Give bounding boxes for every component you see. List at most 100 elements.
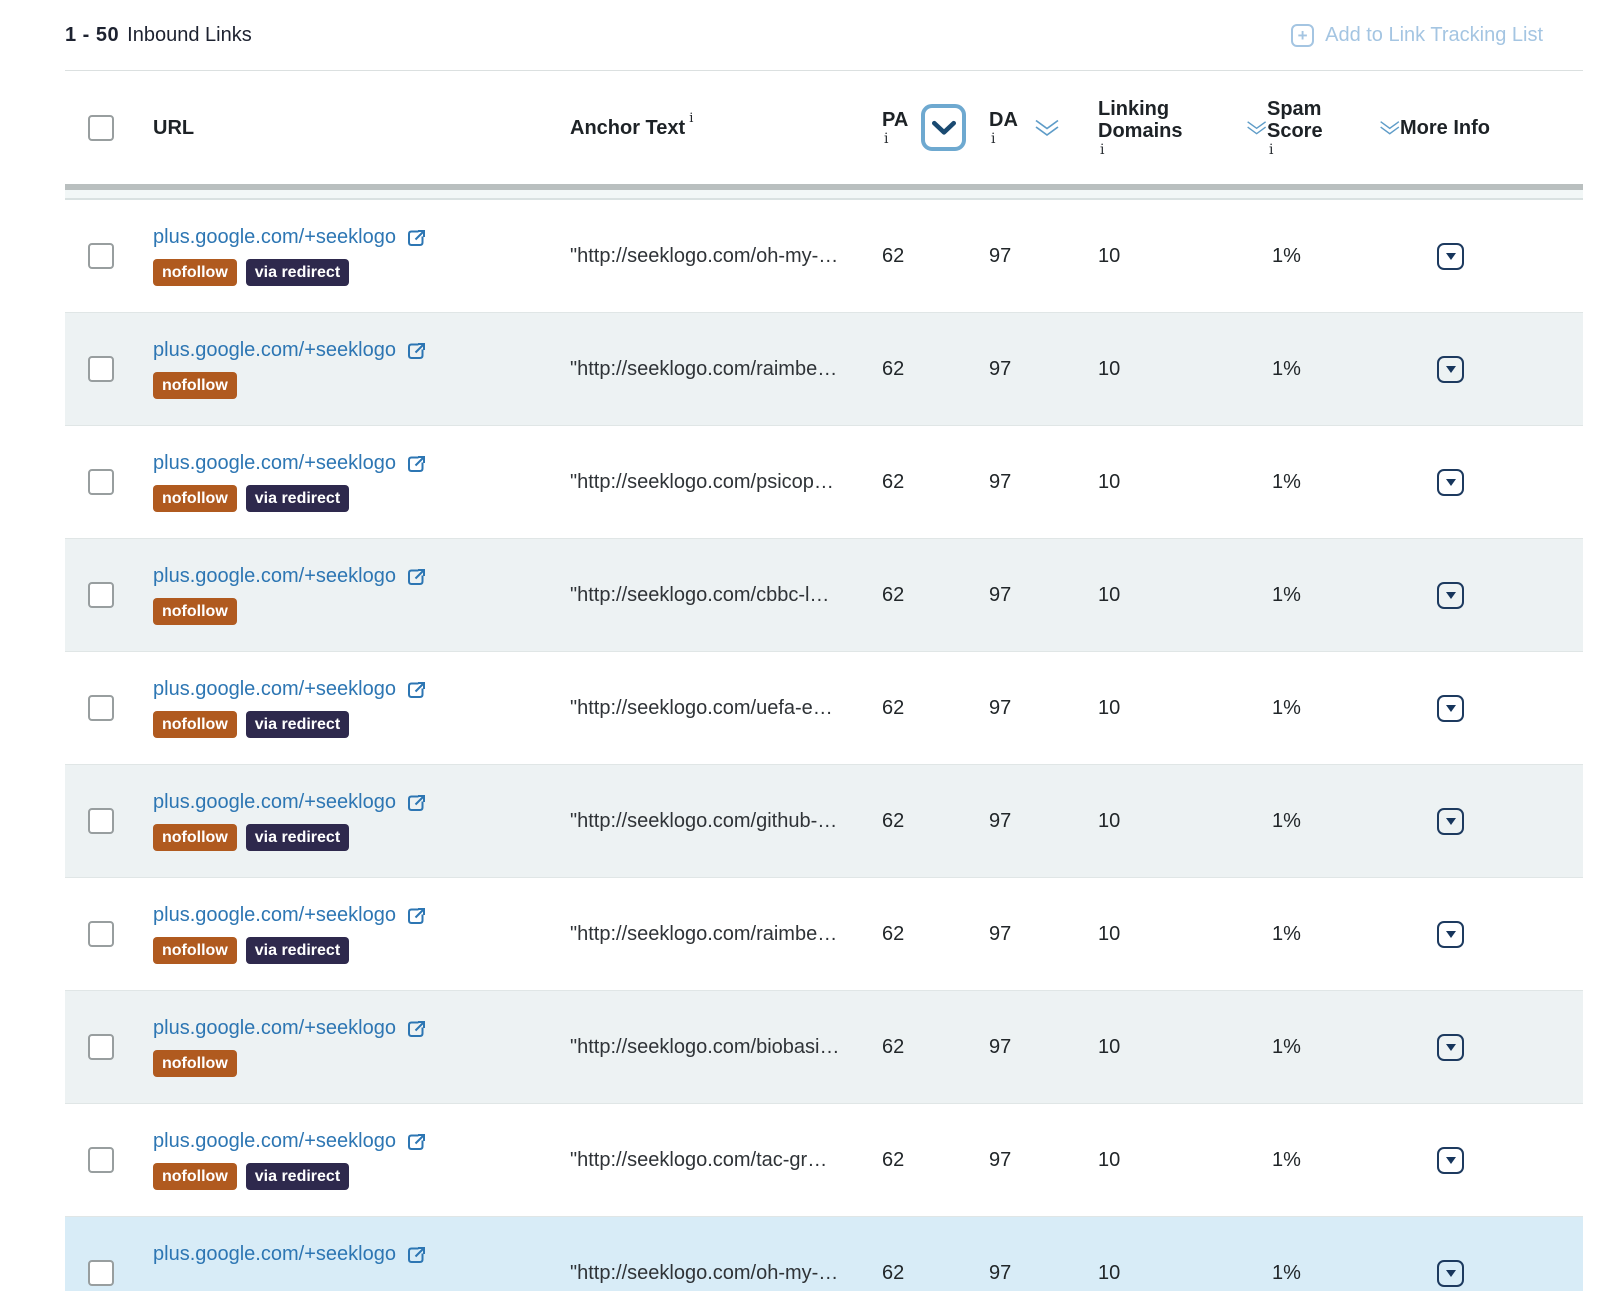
- link-badges: nofollow: [153, 598, 570, 625]
- more-info-button[interactable]: [1437, 243, 1464, 270]
- link-badges: nofollowvia redirect: [153, 824, 570, 851]
- caret-down-icon: [1446, 479, 1456, 486]
- nofollow-badge: nofollow: [153, 1050, 237, 1077]
- source-url-link[interactable]: plus.google.com/+seeklogo: [153, 339, 570, 362]
- add-to-link-tracking-list-button[interactable]: + Add to Link Tracking List: [1291, 24, 1543, 47]
- external-link-icon: [405, 792, 427, 814]
- sort-pa-button-active[interactable]: [921, 104, 966, 151]
- anchor-text-info-icon[interactable]: i: [689, 111, 693, 126]
- anchor-text-value: "http://seeklogo.com/oh-my-…: [570, 245, 882, 268]
- table-row: plus.google.com/+seeklogo nofollowvia re…: [65, 651, 1583, 764]
- source-url-text: plus.google.com/+seeklogo: [153, 1017, 396, 1040]
- spam-score-value: 1%: [1267, 697, 1400, 720]
- source-url-text: plus.google.com/+seeklogo: [153, 904, 396, 927]
- pa-value: 62: [882, 923, 989, 946]
- via-redirect-badge: via redirect: [246, 485, 349, 512]
- anchor-text-value: "http://seeklogo.com/biobasi…: [570, 1036, 882, 1059]
- add-to-link-tracking-list-label: Add to Link Tracking List: [1325, 24, 1543, 47]
- column-header-spam-score: Spam Score: [1267, 98, 1323, 142]
- row-checkbox[interactable]: [88, 356, 114, 382]
- da-value: 97: [989, 584, 1098, 607]
- pa-info-icon[interactable]: i: [884, 133, 908, 146]
- via-redirect-badge: via redirect: [246, 937, 349, 964]
- pa-value: 62: [882, 1149, 989, 1172]
- spam-score-info-icon[interactable]: i: [1269, 144, 1363, 157]
- row-checkbox[interactable]: [88, 1034, 114, 1060]
- via-redirect-badge: via redirect: [246, 711, 349, 738]
- more-info-button[interactable]: [1437, 921, 1464, 948]
- caret-down-icon: [1446, 818, 1456, 825]
- column-header-more-info: More Info: [1400, 117, 1490, 139]
- source-url-link[interactable]: plus.google.com/+seeklogo: [153, 678, 570, 701]
- source-url-link[interactable]: plus.google.com/+seeklogo: [153, 904, 570, 927]
- linking-domains-value: 10: [1098, 245, 1267, 268]
- more-info-button[interactable]: [1437, 1260, 1464, 1287]
- da-value: 97: [989, 697, 1098, 720]
- more-info-button[interactable]: [1437, 469, 1464, 496]
- link-badges: [153, 1276, 570, 1291]
- caret-down-icon: [1446, 1270, 1456, 1277]
- linking-domains-value: 10: [1098, 358, 1267, 381]
- source-url-link[interactable]: plus.google.com/+seeklogo: [153, 226, 570, 249]
- row-checkbox[interactable]: [88, 1260, 114, 1286]
- more-info-button[interactable]: [1437, 1147, 1464, 1174]
- source-url-link[interactable]: plus.google.com/+seeklogo: [153, 1017, 570, 1040]
- external-link-icon: [405, 1244, 427, 1266]
- da-value: 97: [989, 1036, 1098, 1059]
- row-checkbox[interactable]: [88, 695, 114, 721]
- source-url-text: plus.google.com/+seeklogo: [153, 1130, 396, 1153]
- source-url-link[interactable]: plus.google.com/+seeklogo: [153, 1130, 570, 1153]
- column-header-anchor-text: Anchor Text: [570, 117, 685, 139]
- source-url-link[interactable]: plus.google.com/+seeklogo: [153, 452, 570, 475]
- more-info-button[interactable]: [1437, 1034, 1464, 1061]
- external-link-icon: [405, 905, 427, 927]
- caret-down-icon: [1446, 253, 1456, 260]
- source-url-link[interactable]: plus.google.com/+seeklogo: [153, 1243, 570, 1266]
- sort-spam-score-chevron-icon[interactable]: [1379, 118, 1400, 137]
- link-badges: nofollowvia redirect: [153, 937, 570, 964]
- linking-domains-value: 10: [1098, 810, 1267, 833]
- sort-da-chevron-icon[interactable]: [1034, 118, 1060, 137]
- link-badges: nofollowvia redirect: [153, 259, 570, 286]
- more-info-button[interactable]: [1437, 356, 1464, 383]
- linking-domains-value: 10: [1098, 697, 1267, 720]
- column-header-url: URL: [153, 117, 194, 139]
- da-value: 97: [989, 1149, 1098, 1172]
- nofollow-badge: nofollow: [153, 372, 237, 399]
- spam-score-value: 1%: [1267, 584, 1400, 607]
- pa-value: 62: [882, 584, 989, 607]
- row-checkbox[interactable]: [88, 469, 114, 495]
- more-info-button[interactable]: [1437, 695, 1464, 722]
- header-divider-gap: [65, 190, 1583, 198]
- row-checkbox[interactable]: [88, 921, 114, 947]
- row-checkbox[interactable]: [88, 808, 114, 834]
- source-url-link[interactable]: plus.google.com/+seeklogo: [153, 565, 570, 588]
- column-header-linking-domains: Linking Domains: [1098, 98, 1182, 142]
- linking-domains-info-icon[interactable]: i: [1100, 144, 1230, 157]
- select-all-checkbox[interactable]: [88, 115, 114, 141]
- table-row: plus.google.com/+seeklogo nofollowvia re…: [65, 425, 1583, 538]
- table-row: plus.google.com/+seeklogo nofollow "http…: [65, 990, 1583, 1103]
- caret-down-icon: [1446, 931, 1456, 938]
- nofollow-badge: nofollow: [153, 824, 237, 851]
- link-badges: nofollowvia redirect: [153, 485, 570, 512]
- linking-domains-value: 10: [1098, 1036, 1267, 1059]
- more-info-button[interactable]: [1437, 582, 1464, 609]
- more-info-button[interactable]: [1437, 808, 1464, 835]
- sort-linking-domains-chevron-icon[interactable]: [1246, 118, 1267, 137]
- source-url-text: plus.google.com/+seeklogo: [153, 678, 396, 701]
- caret-down-icon: [1446, 1044, 1456, 1051]
- da-info-icon[interactable]: i: [991, 133, 1018, 146]
- anchor-text-value: "http://seeklogo.com/psicop…: [570, 471, 882, 494]
- caret-down-icon: [1446, 592, 1456, 599]
- da-value: 97: [989, 1262, 1098, 1285]
- link-badges: nofollow: [153, 1050, 570, 1077]
- row-checkbox[interactable]: [88, 582, 114, 608]
- row-checkbox[interactable]: [88, 243, 114, 269]
- row-checkbox[interactable]: [88, 1147, 114, 1173]
- anchor-text-value: "http://seeklogo.com/cbbc-l…: [570, 584, 882, 607]
- linking-domains-value: 10: [1098, 471, 1267, 494]
- table-body: plus.google.com/+seeklogo nofollowvia re…: [65, 200, 1583, 1291]
- source-url-link[interactable]: plus.google.com/+seeklogo: [153, 791, 570, 814]
- linking-domains-value: 10: [1098, 1262, 1267, 1285]
